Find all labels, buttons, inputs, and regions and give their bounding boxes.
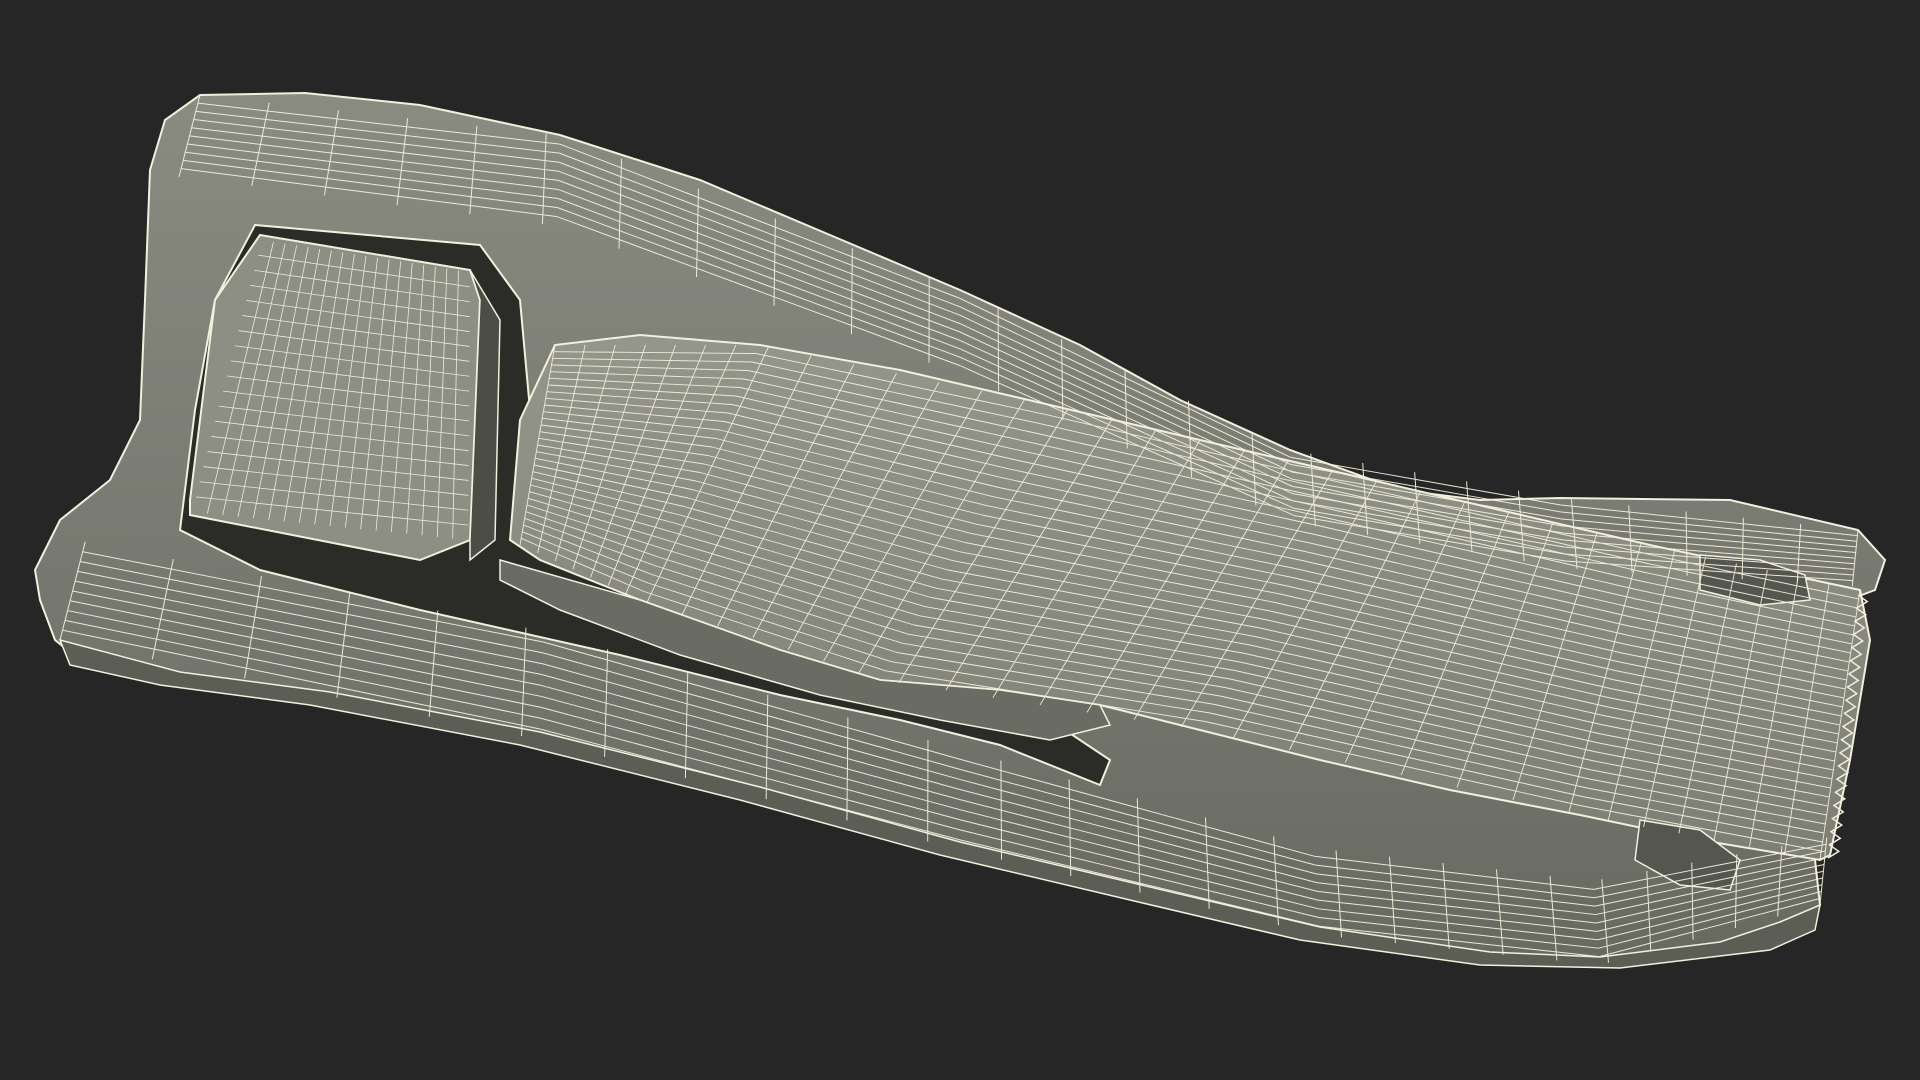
wireframe-render bbox=[33, 91, 1887, 969]
